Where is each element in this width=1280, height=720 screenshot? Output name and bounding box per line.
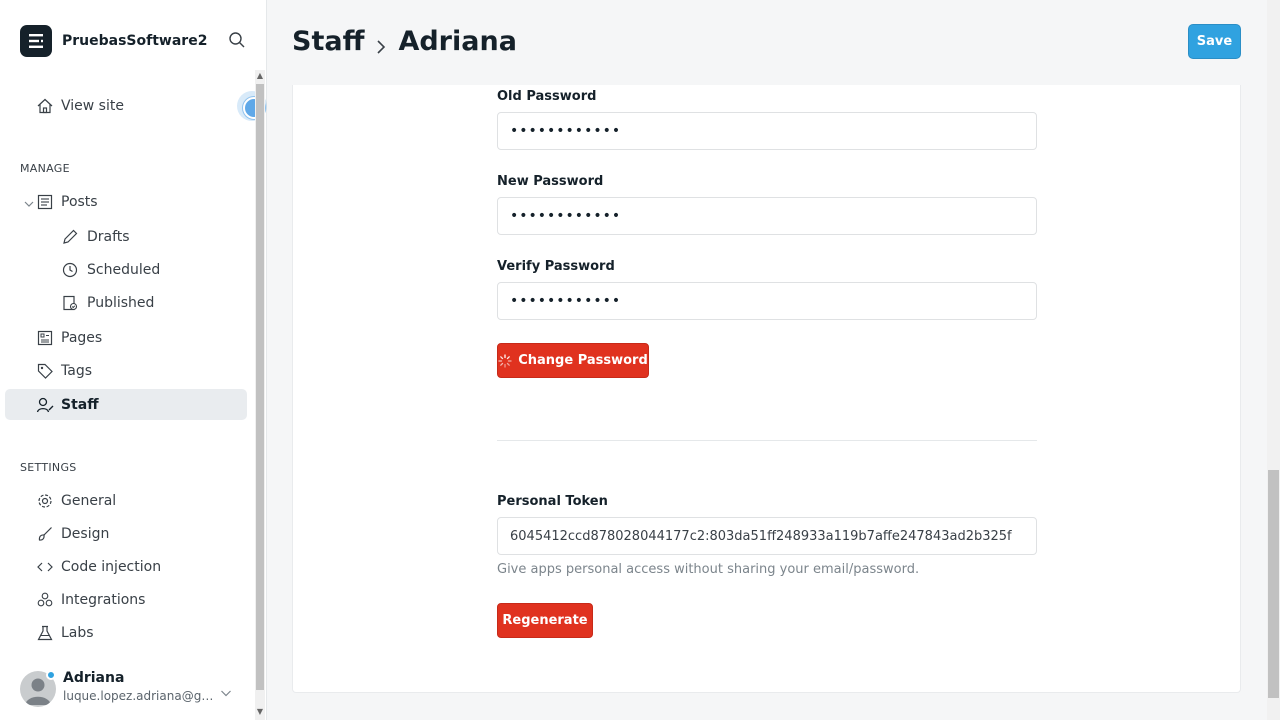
new-password-label: New Password [497, 174, 604, 189]
gear-icon [36, 492, 54, 510]
integrations-icon [36, 591, 54, 609]
nav-posts[interactable]: Posts [5, 186, 247, 217]
verify-password-value: •••••••••••• [510, 293, 622, 309]
verify-password-label: Verify Password [497, 259, 615, 274]
main-scrollbar-thumb[interactable] [1268, 470, 1279, 698]
save-button[interactable]: Save [1188, 24, 1241, 59]
nav-tags-label: Tags [61, 362, 92, 379]
nav-pages-label: Pages [61, 329, 103, 346]
tag-icon [36, 362, 54, 380]
nav-scheduled[interactable]: Scheduled [5, 254, 247, 285]
chevron-right-icon [374, 32, 388, 54]
nav-general[interactable]: General [5, 485, 247, 516]
spinner-icon [498, 353, 512, 368]
nav-integrations-label: Integrations [61, 591, 146, 608]
page-title: Adriana [398, 25, 517, 57]
new-password-value: •••••••••••• [510, 208, 622, 224]
divider [497, 440, 1037, 441]
old-password-field[interactable]: •••••••••••• [497, 112, 1037, 150]
pencil-icon [61, 228, 79, 246]
nav-staff-label: Staff [61, 396, 99, 413]
personal-token-help: Give apps personal access without sharin… [497, 562, 920, 577]
nav-drafts[interactable]: Drafts [5, 221, 247, 252]
brush-icon [36, 525, 54, 543]
manage-section-label: MANAGE [20, 162, 70, 175]
nav-labs[interactable]: Labs [5, 617, 247, 648]
staff-settings-card: Old Password •••••••••••• New Password •… [292, 85, 1241, 693]
nav-scheduled-label: Scheduled [87, 261, 161, 278]
status-badge [46, 670, 56, 680]
sidebar-scrollbar-thumb[interactable] [256, 84, 264, 690]
breadcrumb-staff-link[interactable]: Staff [292, 26, 364, 57]
brand-name: PruebasSoftware2 [62, 33, 208, 49]
nav-general-label: General [61, 492, 117, 509]
posts-icon [36, 193, 54, 211]
sidebar: PruebasSoftware2 View site MANAGE Posts … [0, 0, 267, 720]
personal-token-field[interactable]: 6045412ccd878028044177c2:803da51ff248933… [497, 517, 1037, 555]
chevron-down-icon [220, 683, 232, 697]
nav-labs-label: Labs [61, 624, 94, 641]
nav-published-label: Published [87, 294, 155, 311]
search-icon[interactable] [228, 31, 248, 51]
nav-posts-label: Posts [61, 193, 98, 210]
personal-token-label: Personal Token [497, 494, 608, 509]
scroll-up-icon[interactable]: ▲ [256, 72, 264, 80]
old-password-label: Old Password [497, 89, 597, 104]
change-password-label: Change Password [518, 353, 648, 368]
page-header: Staff Adriana Save [268, 0, 1280, 85]
nav-tags[interactable]: Tags [5, 355, 247, 386]
brand-logo-icon [20, 25, 52, 57]
code-icon [36, 558, 54, 576]
change-password-button[interactable]: Change Password [497, 343, 649, 378]
nav-code-injection-label: Code injection [61, 558, 162, 575]
nav-view-site-label: View site [61, 97, 124, 114]
staff-icon [36, 396, 54, 414]
user-menu[interactable]: Adriana luque.lopez.adriana@gmail.com [20, 668, 240, 708]
breadcrumb: Staff Adriana [292, 24, 517, 58]
settings-section-label: SETTINGS [20, 461, 77, 474]
user-name: Adriana [63, 670, 125, 686]
chevron-down-icon[interactable] [23, 197, 35, 207]
nav-drafts-label: Drafts [87, 228, 130, 245]
old-password-value: •••••••••••• [510, 123, 622, 139]
new-password-field[interactable]: •••••••••••• [497, 197, 1037, 235]
nav-code-injection[interactable]: Code injection [5, 551, 247, 582]
nav-pages[interactable]: Pages [5, 322, 247, 353]
user-email: luque.lopez.adriana@gmail.com [63, 689, 223, 703]
nav-staff[interactable]: Staff [5, 389, 247, 420]
scroll-down-icon[interactable]: ▼ [256, 708, 264, 716]
nav-design-label: Design [61, 525, 110, 542]
home-icon [36, 97, 54, 115]
personal-token-value: 6045412ccd878028044177c2:803da51ff248933… [510, 528, 1012, 544]
brand[interactable]: PruebasSoftware2 [20, 25, 207, 57]
nav-design[interactable]: Design [5, 518, 247, 549]
regenerate-button[interactable]: Regenerate [497, 603, 593, 638]
pages-icon [36, 329, 54, 347]
nav-view-site[interactable]: View site [5, 90, 247, 121]
regenerate-label: Regenerate [502, 613, 588, 628]
nav-integrations[interactable]: Integrations [5, 584, 247, 615]
clock-icon [61, 261, 79, 279]
nav-published[interactable]: Published [5, 287, 247, 318]
flask-icon [36, 624, 54, 642]
published-icon [61, 294, 79, 312]
verify-password-field[interactable]: •••••••••••• [497, 282, 1037, 320]
